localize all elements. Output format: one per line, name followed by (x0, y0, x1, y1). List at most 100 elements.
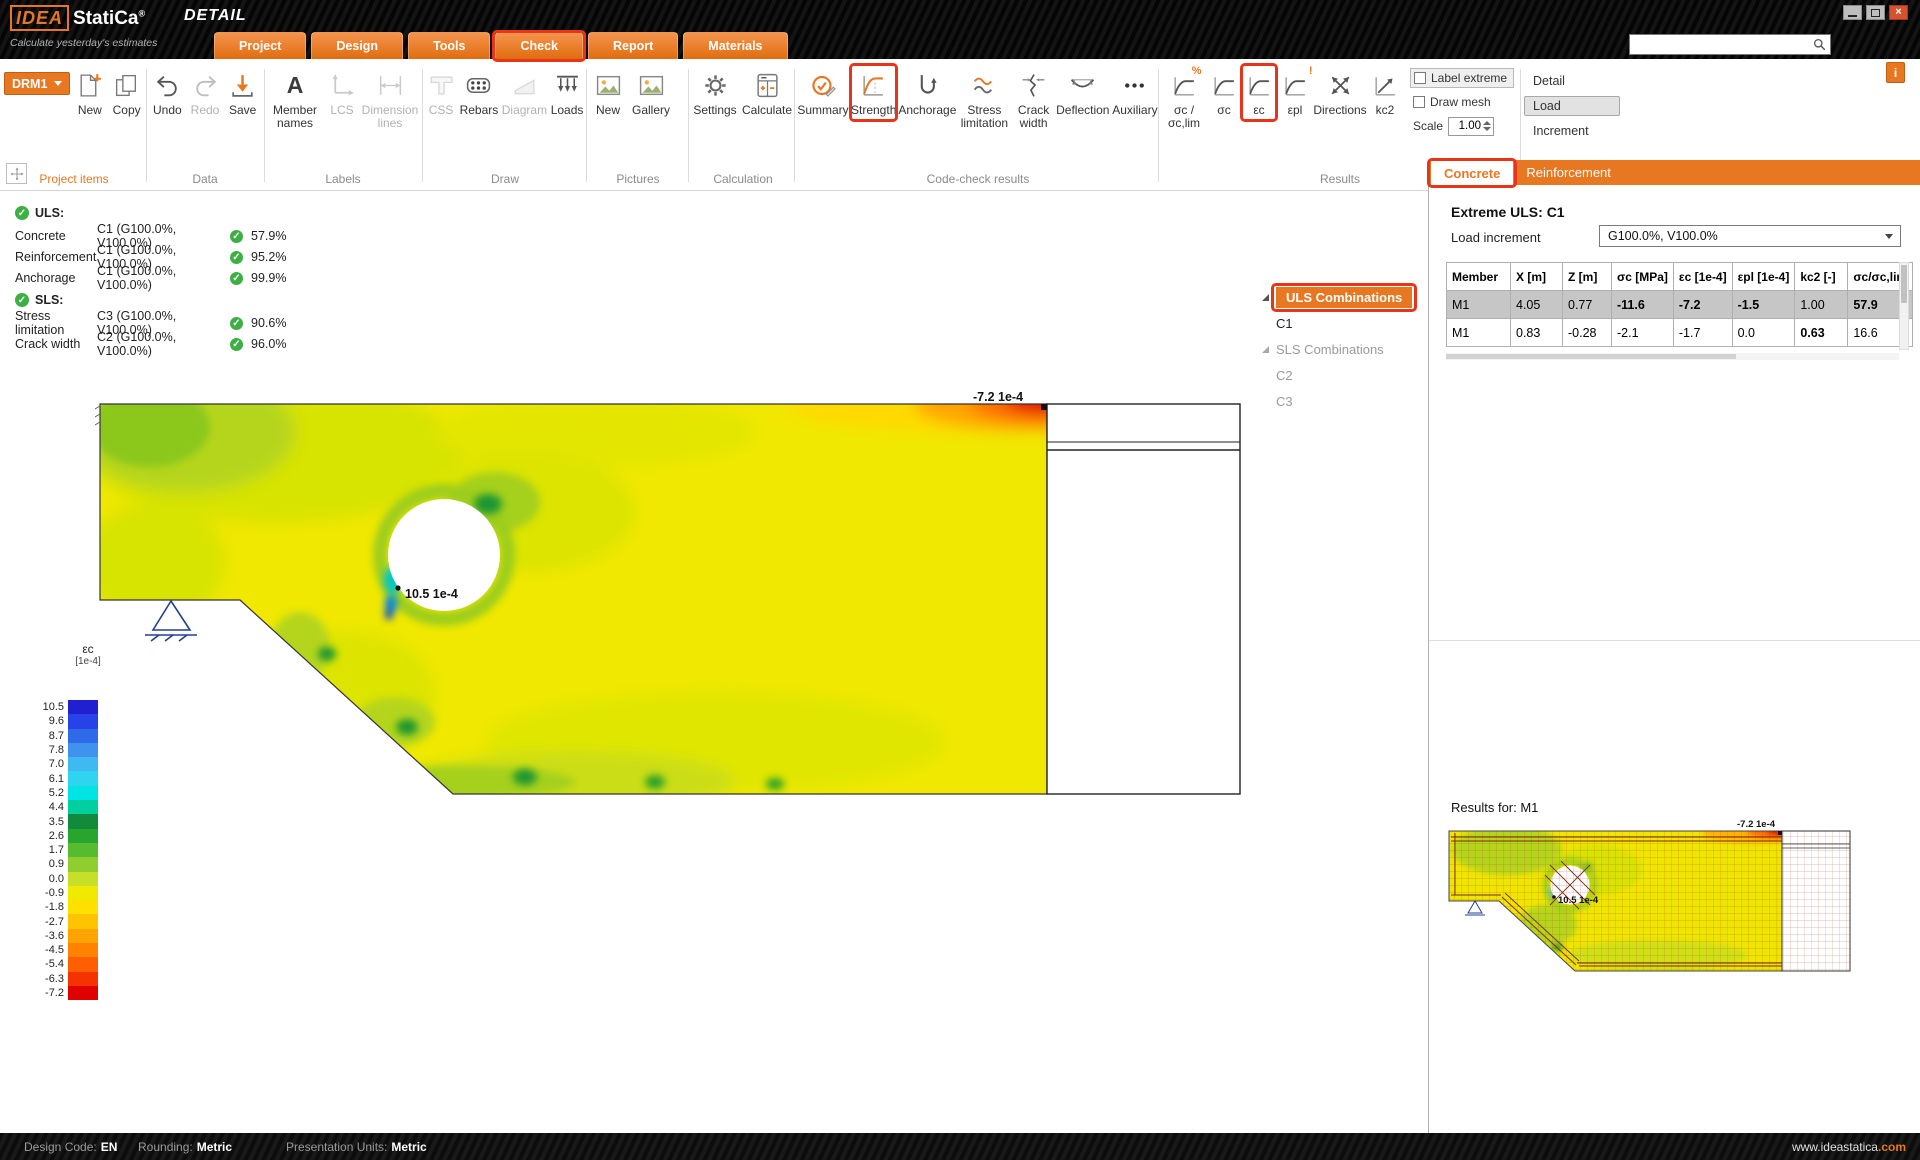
scale-row: Scale (1410, 116, 1514, 136)
tab-design[interactable]: Design (311, 32, 403, 59)
tree-item-c2[interactable]: C2 (1276, 368, 1293, 383)
group-label-pictures: Pictures (590, 172, 686, 186)
diagram-icon (511, 68, 538, 102)
col-header-sigma-c[interactable]: σc [MPa] (1612, 263, 1674, 291)
gallery-icon (638, 68, 665, 102)
minimize-button[interactable] (1843, 5, 1862, 20)
legend-value: 3.5 (28, 816, 68, 828)
cell-kc2: 0.63 (1795, 319, 1848, 347)
epsilon-c-button[interactable]: εc (1242, 68, 1276, 117)
member-names-button[interactable]: AMember names (268, 68, 322, 130)
search-box (1629, 34, 1831, 55)
load-increment-dropdown[interactable]: G100.0%, V100.0% (1599, 225, 1901, 247)
extreme-results-table: Member X [m] Z [m] σc [MPa] εc [1e-4] εp… (1446, 262, 1913, 347)
check-circle-icon (810, 68, 837, 102)
copy-button[interactable]: Copy (109, 68, 144, 117)
tab-project[interactable]: Project (214, 32, 306, 59)
check-summary: ✓ULS: ConcreteC1 (G100.0%, V100.0%)✓57.9… (15, 202, 286, 351)
tab-materials[interactable]: Materials (683, 32, 787, 59)
button-label: Crack width (1013, 104, 1053, 130)
button-label: Strength (851, 104, 896, 117)
info-button[interactable]: i (1886, 62, 1905, 83)
maximize-button[interactable] (1866, 5, 1885, 20)
row-combo: C1 (G100.0%, V100.0%) (97, 264, 230, 292)
scale-input[interactable] (1449, 120, 1481, 132)
palette-detail-option[interactable]: Detail (1524, 71, 1620, 91)
table-row[interactable]: M1 4.05 0.77 -11.6 -7.2 -1.5 1.00 57.9 (1447, 291, 1913, 319)
col-header-kc2[interactable]: kc2 [-] (1795, 263, 1848, 291)
anchorage-button[interactable]: Anchorage (899, 68, 955, 117)
button-label: Calculate (742, 104, 792, 117)
new-picture-button[interactable]: New (590, 68, 626, 117)
search-input[interactable] (1634, 38, 1813, 52)
legend-value: -4.5 (28, 944, 68, 956)
drm-selector[interactable]: DRM1 (4, 72, 70, 95)
rebars-icon (465, 68, 492, 102)
table-row[interactable]: M1 0.83 -0.28 -2.1 -1.7 0.0 0.63 16.6 (1447, 319, 1913, 347)
sigma-c-button[interactable]: σc (1209, 68, 1239, 117)
drm-label: DRM1 (12, 77, 47, 91)
cell-eps-pl: 0.0 (1732, 319, 1795, 347)
col-header-x[interactable]: X [m] (1511, 263, 1563, 291)
tab-tools[interactable]: Tools (408, 32, 490, 59)
tab-check[interactable]: Check (495, 32, 583, 59)
group-label-calculation: Calculation (692, 172, 794, 186)
strength-button[interactable]: Strength (851, 68, 896, 117)
gallery-button[interactable]: Gallery (629, 68, 673, 117)
status-label: Presentation Units: (286, 1140, 387, 1154)
tree-item-c3[interactable]: C3 (1276, 394, 1293, 409)
scrollbar-thumb[interactable] (1901, 265, 1907, 303)
mini-plot-area[interactable]: -7.2 1e-4 10.5 1e-4 (1447, 815, 1857, 990)
panel-tab-label: Concrete (1444, 166, 1500, 181)
pan-tool-button[interactable] (6, 163, 27, 184)
close-button[interactable]: × (1889, 5, 1908, 20)
epsilon-pl-button[interactable]: !εpl (1279, 68, 1311, 117)
settings-button[interactable]: Settings (692, 68, 738, 117)
stress-limitation-button[interactable]: Stress limitation (958, 68, 1010, 130)
loads-button[interactable]: Loads (550, 68, 584, 117)
table-horizontal-scrollbar[interactable] (1446, 353, 1899, 360)
axes-icon (329, 68, 356, 102)
search-icon (1813, 38, 1826, 51)
tree-item-uls-combinations[interactable]: ULS Combinations (1276, 287, 1412, 308)
panel-tab-concrete[interactable]: Concrete (1431, 161, 1513, 185)
tab-report[interactable]: Report (588, 32, 678, 59)
table-vertical-scrollbar[interactable] (1899, 262, 1909, 350)
draw-mesh-toggle[interactable]: Draw mesh (1410, 92, 1514, 112)
save-button[interactable]: Save (225, 68, 260, 117)
dimension-icon (377, 68, 404, 102)
summary-row: ConcreteC1 (G100.0%, V100.0%)✓57.9% (15, 222, 286, 243)
label-extreme-toggle[interactable]: Label extreme (1410, 68, 1514, 88)
scale-spinner[interactable] (1483, 121, 1491, 131)
website-text: www.ideastatica (1792, 1140, 1878, 1154)
crack-width-button[interactable]: Crack width (1013, 68, 1053, 130)
undo-button[interactable]: Undo (150, 68, 185, 117)
scrollbar-thumb[interactable] (1446, 354, 1736, 359)
button-label: Member names (268, 104, 322, 130)
col-header-z[interactable]: Z [m] (1563, 263, 1612, 291)
contour-plot-area[interactable]: -7.2 1e-4 10.5 1e-4 (95, 392, 1255, 812)
panel-tab-reinforcement[interactable]: Reinforcement (1513, 160, 1624, 185)
col-header-eps-c[interactable]: εc [1e-4] (1673, 263, 1732, 291)
palette-load-option[interactable]: Load (1524, 96, 1620, 116)
col-header-member[interactable]: Member (1447, 263, 1511, 291)
sigma-c-lim-button[interactable]: %σc / σc,lim (1162, 68, 1206, 130)
legend-swatch (68, 729, 98, 743)
kc2-button[interactable]: kc2 (1369, 68, 1401, 117)
new-project-item-button[interactable]: New (73, 68, 106, 117)
directions-button[interactable]: Directions (1314, 68, 1366, 117)
auxiliary-button[interactable]: Auxiliary (1112, 68, 1158, 117)
website-link[interactable]: www.ideastatica.com (1792, 1140, 1906, 1154)
summary-button[interactable]: Summary (798, 68, 848, 117)
draw-mesh-checkbox[interactable] (1413, 96, 1425, 108)
palette-increment-option[interactable]: Increment (1524, 121, 1620, 141)
label-extreme-checkbox[interactable] (1414, 72, 1426, 84)
col-header-eps-pl[interactable]: εpl [1e-4] (1732, 263, 1795, 291)
expand-arrow-icon[interactable] (1262, 346, 1269, 353)
rebars-button[interactable]: Rebars (459, 68, 499, 117)
tree-item-c1[interactable]: C1 (1276, 316, 1293, 331)
tree-item-sls-combinations[interactable]: SLS Combinations (1276, 342, 1384, 357)
calculate-button[interactable]: Calculate (741, 68, 793, 117)
expand-arrow-icon[interactable] (1262, 294, 1269, 301)
deflection-button[interactable]: Deflection (1057, 68, 1109, 117)
